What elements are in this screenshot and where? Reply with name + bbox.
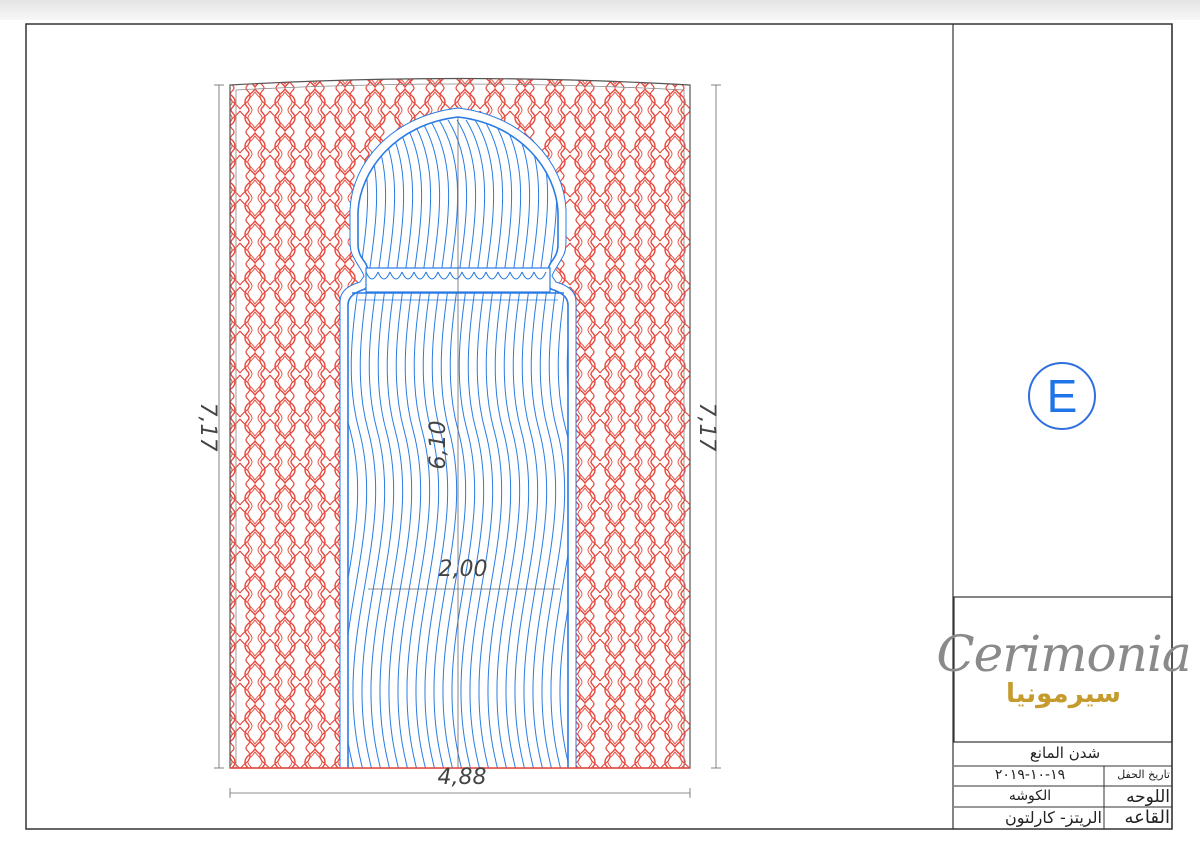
logo-latin-text: Cerimonia bbox=[936, 624, 1191, 683]
company-logo: Cerimonia سيرمونيا bbox=[936, 597, 1191, 742]
logo-arabic-text: سيرمونيا bbox=[1006, 678, 1121, 709]
board-label: اللوحه bbox=[1126, 787, 1170, 807]
inner-width-label: 2,00 bbox=[439, 557, 488, 582]
height-label-right: 7,17 bbox=[694, 403, 719, 452]
board-value: الكوشه bbox=[1008, 788, 1052, 804]
arch-body bbox=[348, 117, 568, 768]
height-label-left: 7,17 bbox=[195, 403, 220, 452]
total-width-label: 4,88 bbox=[438, 765, 487, 790]
date-label: تاريخ الحفل bbox=[1117, 768, 1170, 781]
hall-label: القاعه bbox=[1124, 807, 1170, 828]
sheet-badge: E bbox=[1028, 362, 1096, 430]
project-name: شدن المانع bbox=[1029, 744, 1101, 762]
date-value: ١٩-١٠-٢٠١٩ bbox=[994, 767, 1066, 783]
inner-height-label: 6,10 bbox=[426, 421, 451, 470]
hall-value: الريتز- كارلتون bbox=[1004, 808, 1102, 827]
